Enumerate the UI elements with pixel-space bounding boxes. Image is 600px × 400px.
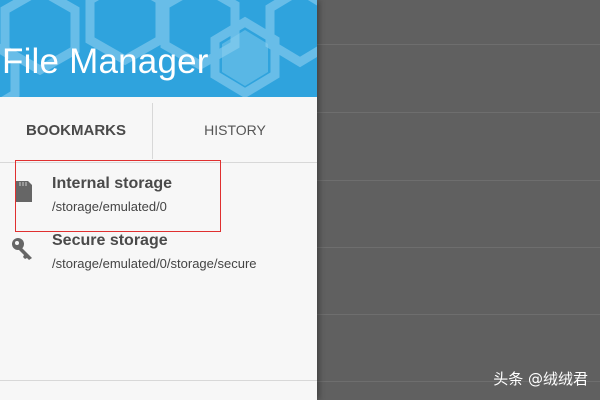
list-divider [317,314,600,315]
tab-bookmarks[interactable]: BOOKMARKS [0,97,152,163]
tab-bar: BOOKMARKS HISTORY [0,97,317,163]
bookmark-item-secure-storage[interactable]: Secure storage /storage/emulated/0/stora… [0,225,317,281]
app-title: File Manager [2,42,209,81]
list-divider [0,380,317,381]
highlight-box [15,160,221,232]
drawer-header: File Manager [0,0,317,97]
list-divider [317,112,600,113]
list-divider [317,44,600,45]
watermark: 头条 @绒绒君 [493,370,588,388]
dimmed-background[interactable] [317,0,600,400]
bookmark-path: /storage/emulated/0/storage/secure [52,256,257,271]
list-divider [317,180,600,181]
list-divider [317,247,600,248]
key-icon [12,238,32,260]
bookmark-name: Secure storage [52,232,168,249]
tab-history[interactable]: HISTORY [153,97,317,163]
